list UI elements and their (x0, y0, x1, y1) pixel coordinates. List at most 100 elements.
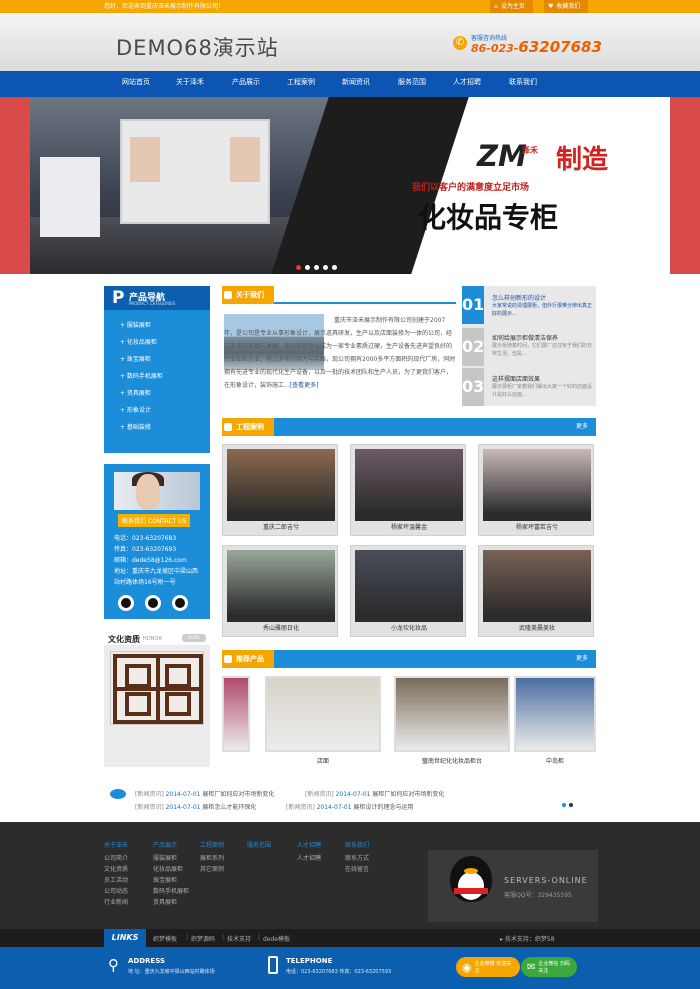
ticker-item[interactable]: [新闻资讯] 2014-07-01 展柜设计的理念与运用 (286, 802, 413, 811)
footer-link[interactable]: 联系方式 (345, 853, 369, 862)
footer-link[interactable]: 服装展柜 (153, 853, 177, 862)
lattice-pattern (113, 654, 203, 724)
nav-contact[interactable]: 联系我们 (509, 71, 537, 94)
ticker-dot[interactable] (569, 803, 573, 807)
sidebar-item-cosmetics[interactable]: + 化妆品展柜 (120, 337, 157, 346)
sidebar-item-digital[interactable]: + 数码手机展柜 (120, 371, 163, 380)
recommend-photo (222, 676, 250, 752)
slider-dot[interactable] (323, 265, 328, 270)
recommend-card[interactable]: 中岛柜 (514, 676, 596, 770)
weibo-button[interactable]: ◉ 企业微博 欢迎关注 (456, 957, 520, 977)
tech-support: ▸ 技术支持：织梦58 (500, 936, 555, 943)
case-card[interactable]: 武隆美晨美妆 (478, 545, 594, 637)
slider-dot[interactable] (314, 265, 319, 270)
footer-link[interactable]: 其它案例 (200, 864, 224, 873)
qq-icon[interactable] (172, 595, 188, 611)
news-title[interactable]: 如何给展示柜做清洁保养 (492, 333, 592, 342)
banner-slogan: 我们以客户的满意度立足市场 (412, 183, 530, 193)
about-more-link[interactable]: [查看更多] (290, 382, 319, 389)
display-cabinet (40, 157, 100, 237)
friend-link[interactable]: dede模板 (263, 934, 290, 943)
friend-link[interactable]: 织梦模板 (153, 934, 177, 943)
culture-more-button[interactable]: MORE (182, 634, 206, 642)
about-tag: 关于我们 (222, 286, 274, 304)
footer-col-title[interactable]: 人才招聘 (297, 840, 321, 849)
friend-link[interactable]: 织梦源码 (191, 934, 215, 943)
favorite-link[interactable]: ♥ 收藏我们 (544, 0, 589, 13)
footer-link[interactable]: 员工活动 (104, 875, 128, 884)
bottom-bar: ⚲ ADDRESS 地 址：重庆九龙坡中梁山西站村路体场 TELEPHONE 电… (0, 947, 700, 989)
case-card[interactable]: 重庆二郎吉兮 (222, 444, 338, 536)
footer-link[interactable]: 行业新闻 (104, 897, 128, 906)
culture-box (104, 645, 210, 767)
wechat-icon: ✉ (527, 961, 536, 973)
service-qq[interactable]: 客服QQ号：329435595 (504, 890, 572, 899)
location-pin-icon: ⚲ (108, 956, 119, 974)
news-title[interactable]: 怎么样创新形的设计 (492, 293, 592, 302)
footer-col-title[interactable]: 服务范围 (247, 840, 271, 849)
banner-red-headline: 制造 (556, 145, 609, 175)
case-card[interactable]: 小龙坎化妆品 (350, 545, 466, 637)
slider-dot[interactable] (305, 265, 310, 270)
footer-link[interactable]: 化妆品展柜 (153, 864, 183, 873)
nav-about[interactable]: 关于泽禾 (176, 71, 204, 94)
sidebar-item-fixtures[interactable]: + 资具展柜 (120, 388, 151, 397)
weibo-icon: ◉ (462, 960, 472, 974)
case-card[interactable]: 秀山雅丽日化 (222, 545, 338, 637)
recommend-caption: 店面 (316, 758, 329, 765)
hero-banner[interactable]: ZM 泽禾 制造 我们以客户的满意度立足市场 化妆品专柜 (0, 97, 700, 274)
site-logo[interactable]: DEMO68演示站 (116, 32, 279, 62)
case-caption: 秀山雅丽日化 (262, 625, 299, 632)
footer-link[interactable]: 资具展柜 (153, 897, 177, 906)
nav-cases[interactable]: 工程案例 (287, 71, 315, 94)
footer-col-title[interactable]: 工程案例 (200, 840, 224, 849)
ticker-dot[interactable] (562, 803, 566, 807)
nav-jobs[interactable]: 人才招聘 (453, 71, 481, 94)
footer-link[interactable]: 公司动态 (104, 886, 128, 895)
ticker-item[interactable]: [新闻资讯] 2014-07-01 展柜厂如何应对市场新变化 (305, 789, 444, 798)
slider-dot[interactable] (296, 265, 301, 270)
nav-products[interactable]: 产品展示 (232, 71, 260, 94)
case-card[interactable]: 杨家坪温馨金 (350, 444, 466, 536)
slider-dots (296, 265, 337, 270)
sidebar-item-image-design[interactable]: + 形象设计 (120, 405, 151, 414)
recommend-card[interactable]: 店面 (265, 676, 381, 770)
set-homepage-link[interactable]: ⌂ 设为主页 (490, 0, 533, 13)
sidebar-item-clothing[interactable]: + 服装展柜 (120, 320, 151, 329)
ticker-item[interactable]: [新闻资讯] 2014-07-01 展柜厂如何应对市场新变化 (135, 789, 274, 798)
square-icon (224, 291, 232, 299)
footer-link[interactable]: 文化资质 (104, 864, 128, 873)
footer-col-title[interactable]: 联系我们 (345, 840, 369, 849)
news-list: 01 怎么样创新形的设计 大家常说的清理展柜，但外行很难分辨出真正好的展示...… (462, 286, 596, 406)
footer-link[interactable]: 在线留言 (345, 864, 369, 873)
nav-services[interactable]: 服务范围 (398, 71, 426, 94)
cases-more-link[interactable]: 更多 (576, 418, 588, 436)
case-card[interactable]: 杨家坪富若吉兮 (478, 444, 594, 536)
qq-icon[interactable] (118, 595, 134, 611)
footer-link[interactable]: 数码手机展柜 (153, 886, 189, 895)
nav-home[interactable]: 网站首页 (122, 71, 150, 94)
recommend-card[interactable] (222, 676, 250, 770)
footer-link[interactable]: 人才招聘 (297, 853, 321, 862)
about-header: 关于我们 (222, 286, 456, 304)
links-label: LINKS (104, 929, 146, 947)
lattice-image[interactable] (110, 651, 204, 725)
next-slide-peek (670, 97, 700, 274)
sidebar-item-decoration[interactable]: + 基础装修 (120, 422, 151, 431)
news-title[interactable]: 这样摆面店面效果 (492, 374, 592, 383)
footer-link[interactable]: 公司简介 (104, 853, 128, 862)
nav-news[interactable]: 新闻资讯 (342, 71, 370, 94)
qq-icon[interactable] (145, 595, 161, 611)
footer-link[interactable]: 珠宝展柜 (153, 875, 177, 884)
wechat-button[interactable]: ✉ 企业微信 扫码关注 (521, 957, 577, 977)
sidebar-item-jewelry[interactable]: + 珠宝展柜 (120, 354, 151, 363)
recommend-card[interactable]: 璧南世纪化化妆品柜台 (394, 676, 510, 770)
recommend-more-link[interactable]: 更多 (576, 650, 588, 668)
slider-dot[interactable] (332, 265, 337, 270)
footer-col-title[interactable]: 关于泽禾 (104, 840, 128, 849)
product-nav: P 产品导航 PRODUCT CATEGORIES + 服装展柜 + 化妆品展柜… (104, 286, 210, 453)
footer-col-title[interactable]: 产品展示 (153, 840, 177, 849)
footer-link[interactable]: 展柜系列 (200, 853, 224, 862)
friend-link[interactable]: 技术支持 (227, 934, 251, 943)
ticker-item[interactable]: [新闻资讯] 2014-07-01 展柜怎么才能环保化 (135, 802, 256, 811)
